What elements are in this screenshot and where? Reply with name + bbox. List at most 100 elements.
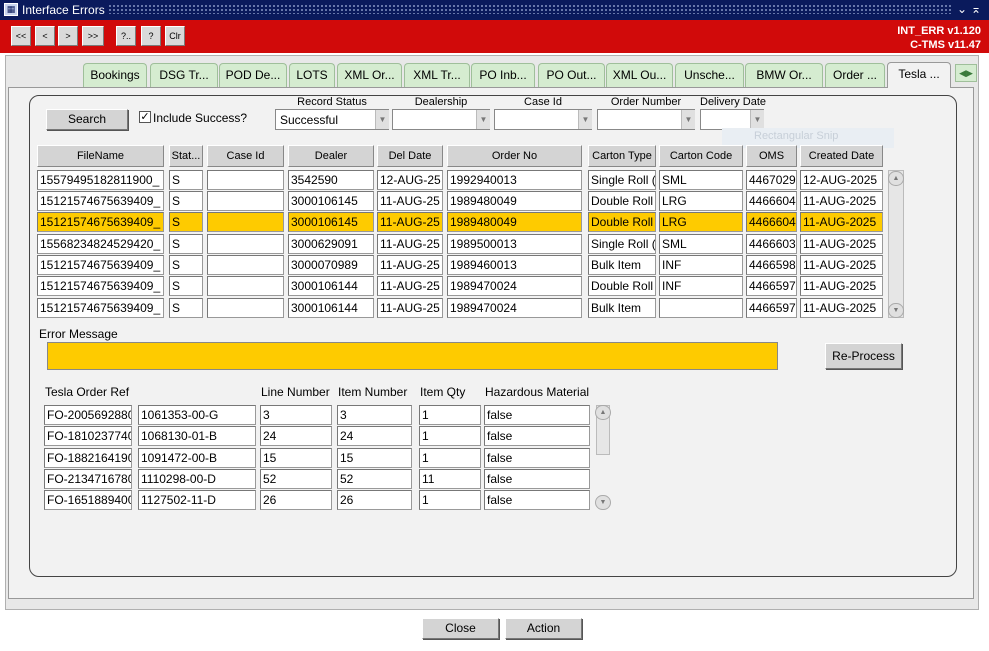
cell-oms[interactable]: 4466603 [746,234,797,254]
detail-cell-item-qty[interactable]: 11 [419,469,481,489]
delivery-date-select[interactable]: ▼ [700,109,764,130]
column-header-dealer[interactable]: Dealer [288,145,374,167]
cell-filename[interactable]: 15121574675639409_ [37,191,164,211]
cell-created-date[interactable]: 11-AUG-2025 [800,298,883,318]
detail-cell-line-number[interactable]: 3 [260,405,332,425]
detail-cell-hazardous-material[interactable]: false [484,448,590,468]
cell-order-no[interactable]: 1989480049 [447,212,582,232]
tab-xml-ou[interactable]: XML Ou... [606,63,673,87]
cell-status[interactable]: S [169,276,203,296]
cell-carton-type[interactable]: Double Roll [588,276,656,296]
detail-cell-item-number[interactable]: 26 [337,490,412,510]
cell-carton-code[interactable] [659,298,743,318]
detail-cell-line-number[interactable]: 24 [260,426,332,446]
cell-status[interactable]: S [169,234,203,254]
cell-created-date[interactable]: 11-AUG-2025 [800,191,883,211]
detail-cell-item-number[interactable]: 52 [337,469,412,489]
detail-cell-part-number[interactable]: 1091472-00-B [138,448,256,468]
cell-carton-code[interactable]: LRG [659,212,743,232]
cell-carton-type[interactable]: Single Roll ( [588,170,656,190]
tab-tesla[interactable]: Tesla ... [887,62,951,88]
restore-icon[interactable]: ⌅ [971,2,981,16]
cell-carton-code[interactable]: INF [659,255,743,275]
cell-case-id[interactable] [207,212,284,232]
cell-created-date[interactable]: 11-AUG-2025 [800,276,883,296]
record-status-select[interactable]: Successful ▼ [275,109,389,130]
detail-cell-item-number[interactable]: 15 [337,448,412,468]
cell-filename[interactable]: 15121574675639409_ [37,276,164,296]
next-record-button[interactable]: > [58,26,78,46]
previous-record-button[interactable]: < [35,26,55,46]
cell-case-id[interactable] [207,234,284,254]
tab-xml-or[interactable]: XML Or... [337,63,402,87]
cell-status[interactable]: S [169,298,203,318]
cell-oms[interactable]: 4466604 [746,212,797,232]
tab-lots[interactable]: LOTS [289,63,335,87]
tab-bookings[interactable]: Bookings [83,63,147,87]
cell-filename[interactable]: 15568234824529420_ [37,234,164,254]
help-button[interactable]: ? [141,26,161,46]
cell-del-date[interactable]: 11-AUG-25 [377,234,443,254]
case-id-select[interactable]: ▼ [494,109,592,130]
dealership-select[interactable]: ▼ [392,109,490,130]
tab-po-inb[interactable]: PO Inb... [471,63,535,87]
cell-del-date[interactable]: 12-AUG-25 [377,170,443,190]
detail-cell-item-number[interactable]: 24 [337,426,412,446]
chevron-down-icon[interactable]: ▼ [375,110,389,129]
detail-cell-item-qty[interactable]: 1 [419,448,481,468]
reprocess-button[interactable]: Re-Process [825,343,902,369]
tab-bmw-or[interactable]: BMW Or... [745,63,823,87]
cell-created-date[interactable]: 12-AUG-2025 [800,170,883,190]
scroll-down-icon[interactable]: ▼ [888,303,904,318]
action-button[interactable]: Action [505,618,582,639]
last-record-button[interactable]: >> [82,26,104,46]
detail-cell-line-number[interactable]: 15 [260,448,332,468]
detail-cell-part-number[interactable]: 1127502-11-D [138,490,256,510]
cell-del-date[interactable]: 11-AUG-25 [377,276,443,296]
cell-filename[interactable]: 15121574675639409_ [37,298,164,318]
cell-order-no[interactable]: 1989500013 [447,234,582,254]
cell-dealer[interactable]: 3000106145 [288,191,374,211]
cell-status[interactable]: S [169,212,203,232]
cell-filename[interactable]: 15579495182811900_ [37,170,164,190]
detail-cell-item-qty[interactable]: 1 [419,426,481,446]
detail-cell-item-qty[interactable]: 1 [419,490,481,510]
cell-status[interactable]: S [169,170,203,190]
cell-oms[interactable]: 4467029 [746,170,797,190]
chevron-down-icon[interactable]: ▼ [578,110,592,129]
tab-scroll-icon[interactable]: ◀▶ [955,64,977,82]
include-success-checkbox[interactable]: ✓ [139,111,151,123]
cell-case-id[interactable] [207,276,284,296]
detail-cell-tesla-order-ref[interactable]: FO-1651889400 [44,490,132,510]
cell-carton-type[interactable]: Single Roll ( [588,234,656,254]
cell-oms[interactable]: 4466604 [746,191,797,211]
cell-status[interactable]: S [169,255,203,275]
scroll-up-icon[interactable]: ▲ [888,171,904,186]
column-header-carton-code[interactable]: Carton Code [659,145,743,167]
cell-case-id[interactable] [207,170,284,190]
detail-cell-tesla-order-ref[interactable]: FO-2134716780 [44,469,132,489]
cell-carton-code[interactable]: SML [659,170,743,190]
clear-button[interactable]: Clr [165,26,185,46]
chevron-down-icon[interactable]: ▼ [476,110,490,129]
detail-cell-item-qty[interactable]: 1 [419,405,481,425]
cell-created-date[interactable]: 11-AUG-2025 [800,255,883,275]
column-header-carton-type[interactable]: Carton Type [588,145,656,167]
column-header-status[interactable]: Stat... [169,145,203,167]
cell-order-no[interactable]: 1992940013 [447,170,582,190]
tab-dsg-tr[interactable]: DSG Tr... [150,63,218,87]
detail-cell-item-number[interactable]: 3 [337,405,412,425]
detail-cell-hazardous-material[interactable]: false [484,426,590,446]
detail-cell-part-number[interactable]: 1110298-00-D [138,469,256,489]
cell-order-no[interactable]: 1989480049 [447,191,582,211]
scroll-up-icon[interactable]: ▲ [595,405,611,420]
cell-filename[interactable]: 15121574675639409_ [37,212,164,232]
first-record-button[interactable]: << [11,26,31,46]
detail-cell-part-number[interactable]: 1068130-01-B [138,426,256,446]
detail-cell-hazardous-material[interactable]: false [484,405,590,425]
cell-del-date[interactable]: 11-AUG-25 [377,255,443,275]
cell-del-date[interactable]: 11-AUG-25 [377,298,443,318]
detail-cell-line-number[interactable]: 52 [260,469,332,489]
column-header-oms[interactable]: OMS [746,145,797,167]
order-number-select[interactable]: ▼ [597,109,695,130]
